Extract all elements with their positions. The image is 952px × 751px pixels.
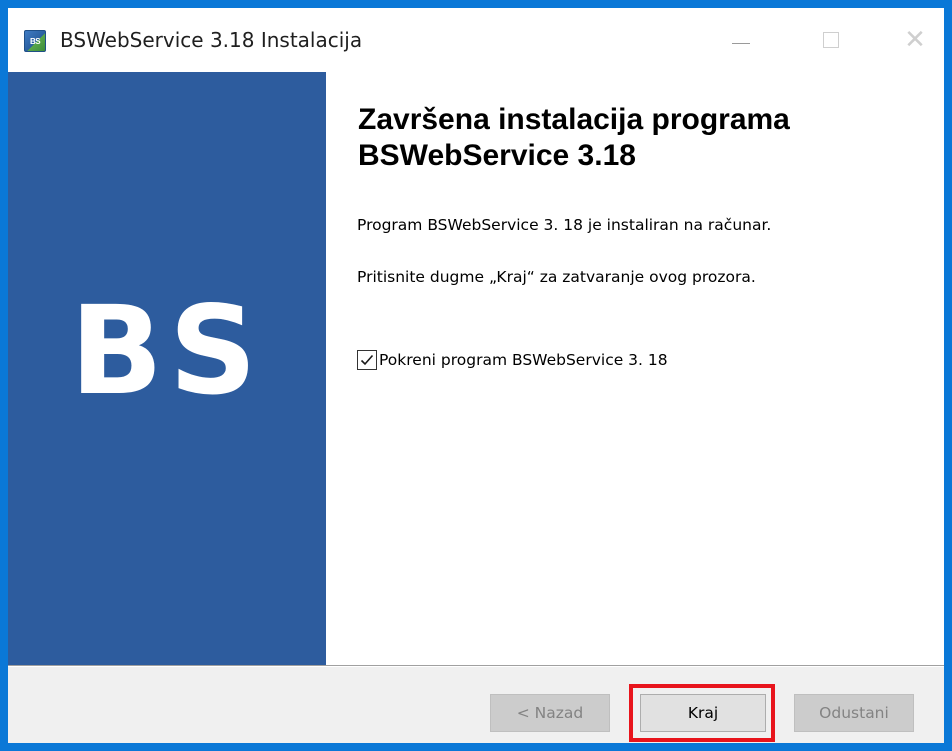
instruction-message: Pritisnite dugme „Kraj“ za zatvaranje ov… — [357, 268, 756, 286]
close-icon: ✕ — [904, 25, 926, 55]
page-title-line2: BSWebService 3.18 — [358, 139, 636, 172]
launch-program-option[interactable]: Pokreni program BSWebService 3. 18 — [357, 350, 668, 370]
minimize-button[interactable] — [718, 22, 764, 58]
launch-program-checkbox[interactable] — [357, 350, 377, 370]
bs-logo: BS — [70, 280, 263, 422]
content-area: BS Završena instalacija programa BSWebSe… — [8, 72, 944, 665]
maximize-button[interactable] — [808, 22, 854, 58]
checkmark-icon — [360, 354, 374, 366]
maximize-icon — [823, 32, 839, 48]
minimize-icon — [732, 42, 750, 44]
installed-message: Program BSWebService 3. 18 je instaliran… — [357, 216, 772, 234]
installer-window: BS BSWebService 3.18 Instalacija ✕ BS Za… — [0, 0, 952, 751]
close-button[interactable]: ✕ — [892, 22, 938, 58]
cancel-button[interactable]: Odustani — [794, 694, 914, 732]
back-button[interactable]: < Nazad — [490, 694, 610, 732]
window-title: BSWebService 3.18 Instalacija — [60, 28, 363, 52]
finish-button-highlight — [629, 684, 775, 742]
launch-program-label[interactable]: Pokreni program BSWebService 3. 18 — [379, 351, 668, 369]
side-banner: BS — [8, 72, 326, 665]
title-bar[interactable]: BS BSWebService 3.18 Instalacija ✕ — [8, 8, 944, 72]
page-title: Završena instalacija programa BSWebServi… — [358, 102, 918, 174]
button-bar: < Nazad Kraj Odustani — [8, 667, 944, 743]
page-title-line1: Završena instalacija programa — [358, 103, 790, 136]
bs-app-icon[interactable]: BS — [24, 30, 46, 52]
